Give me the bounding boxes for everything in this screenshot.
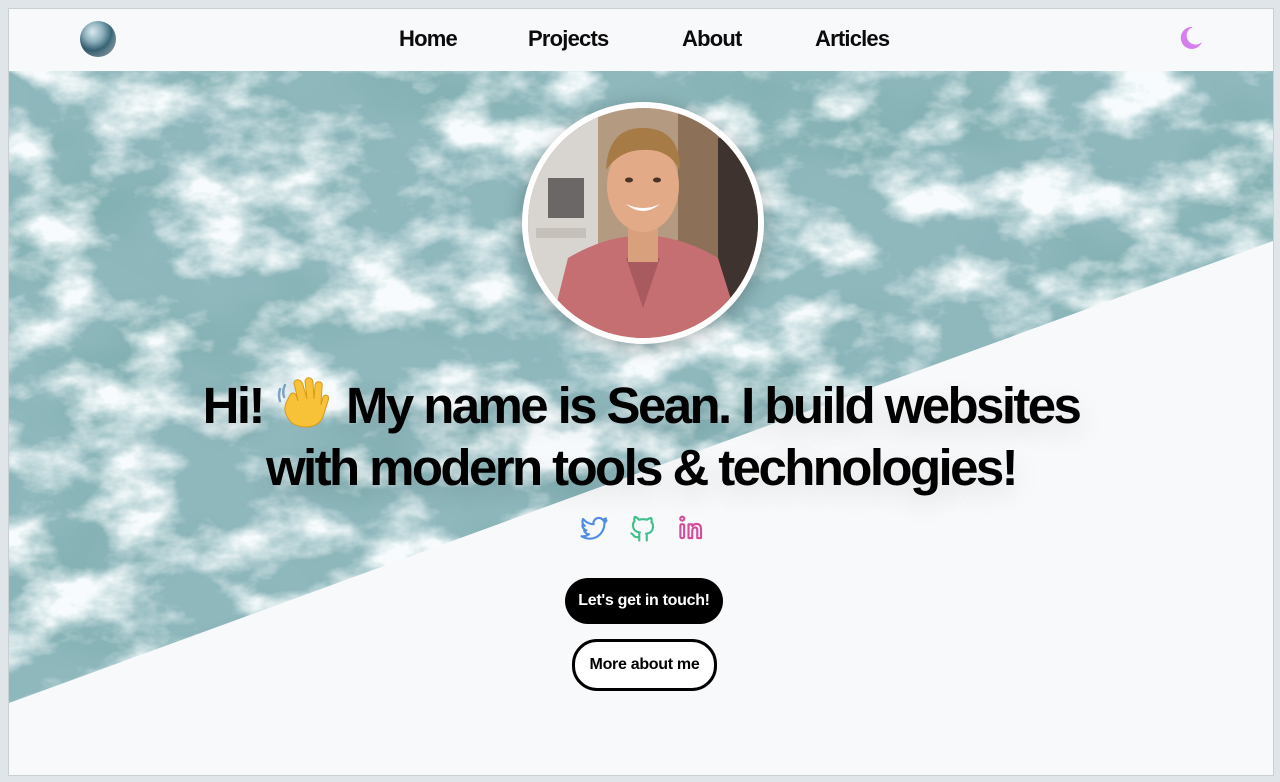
theme-toggle-button[interactable] — [1177, 24, 1205, 52]
waving-hand-icon — [276, 373, 332, 440]
twitter-icon — [580, 516, 608, 540]
hero-headline: Hi! My name is Sean. I build websites wi… — [109, 373, 1173, 496]
headline-greeting: Hi! — [202, 377, 266, 434]
nav-projects[interactable]: Projects — [528, 26, 609, 52]
profile-photo — [522, 102, 764, 344]
social-links — [579, 513, 719, 543]
headline-intro: My name is Sean. I build websites — [346, 377, 1082, 434]
about-me-button[interactable]: More about me — [572, 639, 717, 691]
github-icon — [630, 515, 655, 542]
main-nav: Home Projects About Articles — [9, 9, 1273, 71]
linkedin-icon — [679, 515, 703, 540]
contact-button[interactable]: Let's get in touch! — [565, 578, 723, 624]
site-header: Home Projects About Articles — [9, 9, 1273, 71]
twitter-link[interactable] — [579, 513, 609, 543]
hero-section: Hi! My name is Sean. I build websites wi… — [9, 71, 1273, 775]
nav-home[interactable]: Home — [399, 26, 458, 52]
moon-icon — [1180, 26, 1202, 49]
browser-window: Home Projects About Articles Hi! My name… — [8, 8, 1274, 776]
nav-about[interactable]: About — [682, 26, 742, 52]
linkedin-link[interactable] — [676, 513, 706, 543]
headline-line-2: with modern tools & technologies! — [265, 439, 1019, 496]
github-link[interactable] — [628, 513, 658, 543]
profile-photo-image — [528, 108, 758, 338]
nav-articles[interactable]: Articles — [815, 26, 890, 52]
